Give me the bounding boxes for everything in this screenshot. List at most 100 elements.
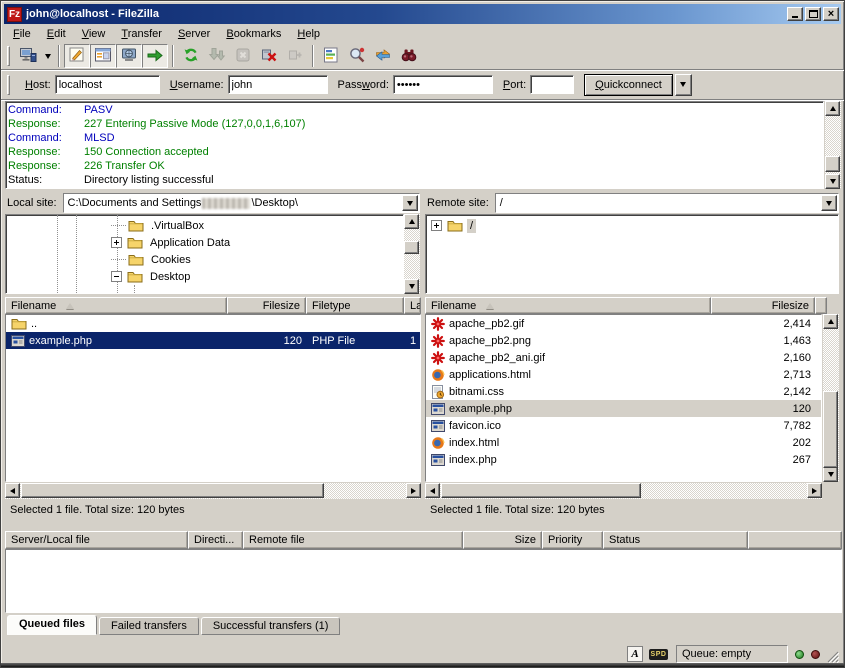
file-row[interactable]: example.php120PHP File1 bbox=[6, 332, 420, 349]
local-column-filesize[interactable]: Filesize bbox=[227, 297, 306, 314]
remote-column-filesize[interactable]: Filesize bbox=[711, 297, 815, 314]
queue-column-server-local-file[interactable]: Server/Local file bbox=[5, 531, 188, 549]
host-input[interactable] bbox=[55, 75, 160, 94]
scroll-thumb[interactable] bbox=[441, 483, 641, 498]
password-input[interactable] bbox=[393, 75, 493, 94]
scroll-down-button[interactable] bbox=[823, 467, 838, 482]
local-site-combo-arrow[interactable] bbox=[402, 195, 418, 211]
scroll-left-button[interactable] bbox=[5, 483, 20, 498]
disconnect-button[interactable] bbox=[256, 44, 282, 68]
scroll-left-button[interactable] bbox=[425, 483, 440, 498]
toggle-remote-tree-icon bbox=[120, 46, 138, 67]
filter-button[interactable] bbox=[318, 44, 344, 68]
file-row[interactable]: index.html202 bbox=[426, 434, 821, 451]
minimize-button[interactable] bbox=[787, 7, 803, 21]
tree-item[interactable]: .VirtualBox bbox=[6, 217, 403, 234]
queue-column-size[interactable]: Size bbox=[463, 531, 542, 549]
expand-icon[interactable] bbox=[431, 220, 442, 231]
quickconnect-dropdown[interactable] bbox=[675, 74, 692, 96]
toggle-transfer-queue-button[interactable] bbox=[142, 44, 168, 68]
tree-item[interactable]: Cookies bbox=[6, 251, 403, 268]
maximize-button[interactable] bbox=[805, 7, 821, 21]
tab-failed-transfers[interactable]: Failed transfers bbox=[99, 617, 199, 635]
scroll-down-button[interactable] bbox=[404, 279, 419, 294]
quickconnect-grip[interactable] bbox=[7, 75, 10, 95]
scroll-right-button[interactable] bbox=[406, 483, 421, 498]
scroll-up-button[interactable] bbox=[823, 314, 838, 329]
toggle-local-tree-button[interactable] bbox=[90, 44, 116, 68]
remote-site-combo[interactable]: / bbox=[495, 193, 839, 213]
scroll-down-button[interactable] bbox=[825, 174, 840, 189]
remote-site-combo-arrow[interactable] bbox=[821, 195, 837, 211]
menu-server[interactable]: Server bbox=[170, 26, 218, 42]
site-manager-dropdown[interactable] bbox=[41, 44, 54, 68]
toolbar-grip[interactable] bbox=[7, 46, 10, 66]
file-row[interactable]: apache_pb2_ani.gif2,160 bbox=[426, 349, 821, 366]
remote-list-hscrollbar[interactable] bbox=[425, 483, 822, 499]
site-manager-button[interactable] bbox=[15, 44, 41, 68]
column-label: Directi... bbox=[194, 534, 234, 546]
local-file-list[interactable]: ..example.php120PHP File1 bbox=[5, 314, 421, 482]
refresh-button[interactable] bbox=[178, 44, 204, 68]
scroll-thumb[interactable] bbox=[21, 483, 324, 498]
file-row[interactable]: index.php267 bbox=[426, 451, 821, 468]
local-column-filetype[interactable]: Filetype bbox=[306, 297, 404, 314]
scroll-thumb[interactable] bbox=[823, 391, 838, 468]
scroll-right-button[interactable] bbox=[807, 483, 822, 498]
menu-transfer[interactable]: Transfer bbox=[113, 26, 170, 42]
titlebar[interactable]: Fz john@localhost - FileZilla × bbox=[4, 4, 841, 24]
maximize-icon bbox=[809, 10, 818, 18]
username-input[interactable] bbox=[228, 75, 328, 94]
queue-column-remote-file[interactable]: Remote file bbox=[243, 531, 463, 549]
port-input[interactable] bbox=[530, 75, 574, 94]
tree-item[interactable]: / bbox=[426, 217, 838, 234]
queue-column-directi-[interactable]: Directi... bbox=[188, 531, 243, 549]
toggle-remote-tree-button[interactable] bbox=[116, 44, 142, 68]
tree-connector bbox=[111, 259, 126, 260]
scroll-up-button[interactable] bbox=[825, 101, 840, 116]
file-row[interactable]: apache_pb2.gif2,414 bbox=[426, 315, 821, 332]
tree-item[interactable]: Application Data bbox=[6, 234, 403, 251]
local-tree-scrollbar[interactable] bbox=[404, 214, 420, 294]
directory-comparison-button[interactable] bbox=[344, 44, 370, 68]
collapse-icon[interactable] bbox=[111, 271, 122, 282]
file-row[interactable]: favicon.ico7,782 bbox=[426, 417, 821, 434]
expand-icon[interactable] bbox=[111, 237, 122, 248]
local-site-combo[interactable]: C:\Documents and Settings\Desktop\ bbox=[63, 193, 420, 213]
local-column-filename[interactable]: Filename bbox=[5, 297, 227, 314]
resize-grip[interactable] bbox=[826, 650, 839, 663]
tab-queued-files[interactable]: Queued files bbox=[7, 615, 97, 635]
quickconnect-button[interactable]: Quickconnect bbox=[584, 74, 673, 96]
close-button[interactable]: × bbox=[823, 7, 839, 21]
file-row[interactable]: .. bbox=[6, 315, 420, 332]
menu-help[interactable]: Help bbox=[289, 26, 328, 42]
find-files-button[interactable] bbox=[396, 44, 422, 68]
menu-edit[interactable]: Edit bbox=[39, 26, 74, 42]
synchronized-browsing-button[interactable] bbox=[370, 44, 396, 68]
local-status-text: Selected 1 file. Total size: 120 bytes bbox=[5, 502, 421, 519]
menu-bookmarks[interactable]: Bookmarks bbox=[218, 26, 289, 42]
toggle-message-log-button[interactable] bbox=[64, 44, 90, 68]
log-scrollbar[interactable] bbox=[825, 101, 841, 189]
remote-column-filename[interactable]: Filename bbox=[425, 297, 711, 314]
local-list-hscrollbar[interactable] bbox=[5, 483, 421, 499]
file-row[interactable]: example.php120 bbox=[426, 400, 821, 417]
remote-file-list[interactable]: apache_pb2.gif2,414apache_pb2.png1,463ap… bbox=[425, 314, 822, 482]
remote-tree[interactable]: / bbox=[425, 214, 839, 294]
local-tree[interactable]: .VirtualBoxApplication DataCookiesDeskto… bbox=[5, 214, 404, 294]
tree-item[interactable]: Desktop bbox=[6, 268, 403, 285]
menu-file[interactable]: File bbox=[5, 26, 39, 42]
scroll-thumb[interactable] bbox=[825, 156, 840, 172]
remote-list-scrollbar[interactable] bbox=[823, 314, 839, 482]
file-row[interactable]: bitnami.css2,142 bbox=[426, 383, 821, 400]
file-row[interactable]: applications.html2,713 bbox=[426, 366, 821, 383]
tab-successful-transfers-[interactable]: Successful transfers (1) bbox=[201, 617, 341, 635]
local-column-last-modified[interactable]: Last modified bbox=[404, 297, 421, 314]
scroll-up-button[interactable] bbox=[404, 214, 419, 229]
file-row[interactable]: apache_pb2.png1,463 bbox=[426, 332, 821, 349]
scroll-thumb[interactable] bbox=[404, 241, 419, 254]
queue-list[interactable] bbox=[5, 549, 842, 613]
menu-view[interactable]: View bbox=[74, 26, 114, 42]
queue-column-status[interactable]: Status bbox=[603, 531, 748, 549]
queue-column-priority[interactable]: Priority bbox=[542, 531, 603, 549]
